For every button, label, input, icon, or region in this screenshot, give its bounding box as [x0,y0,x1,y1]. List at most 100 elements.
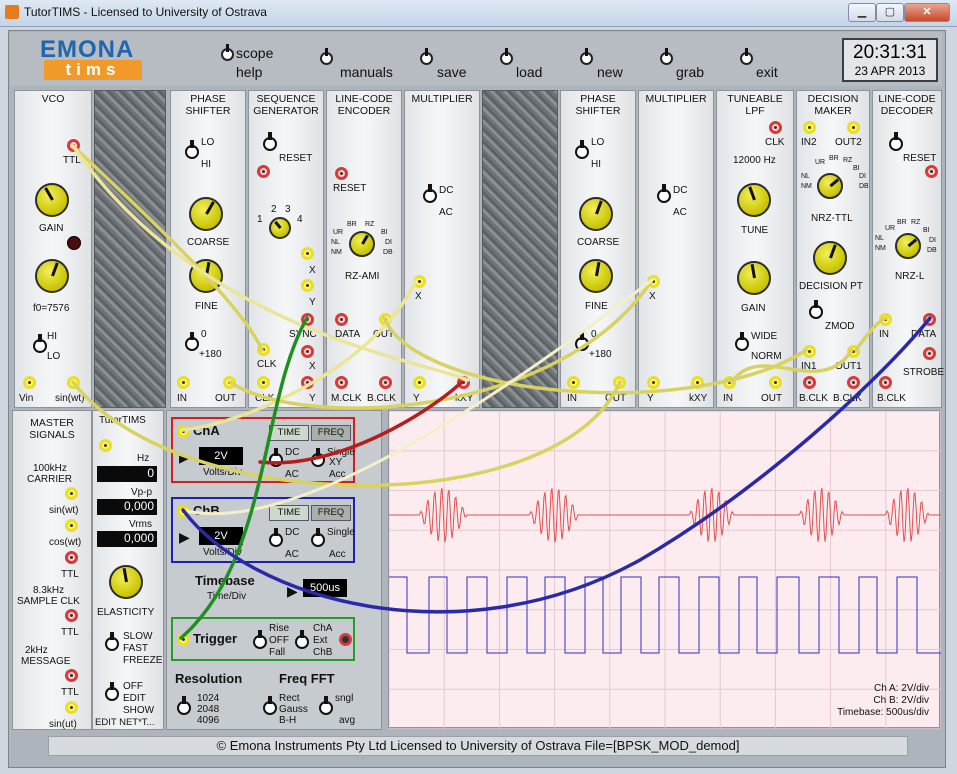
seqgen-sync-socket[interactable] [301,313,314,326]
vco-ttl-socket[interactable] [67,139,80,152]
seqgen-y2-socket[interactable] [301,376,314,389]
decision-point-knob[interactable] [813,241,847,275]
linedec-reset-toggle[interactable] [889,132,903,151]
tims-edit-toggle[interactable] [105,682,119,701]
minimize-button[interactable]: ▁ [848,3,876,22]
fft-avg-toggle[interactable] [319,696,333,715]
phase2-out-socket[interactable] [613,376,626,389]
new-switch-icon[interactable] [580,48,593,65]
seqgen-x2-socket[interactable] [301,345,314,358]
lpf-tune-knob[interactable] [737,183,771,217]
vco-range-toggle[interactable] [33,334,47,353]
exit-switch-icon[interactable] [740,48,753,65]
mult2-y-socket[interactable] [647,376,660,389]
load-switch-icon[interactable] [500,48,513,65]
mult2-dcac-toggle[interactable] [657,184,671,203]
maximize-button[interactable]: ▢ [876,3,904,22]
chb-time-button[interactable]: TIME [269,505,309,521]
phase2-in-socket[interactable] [567,376,580,389]
master-cos-socket[interactable] [65,519,78,532]
lpf-in-socket[interactable] [723,376,736,389]
decision-code-knob[interactable] [817,173,843,199]
linedec-reset-socket[interactable] [925,165,938,178]
trigger-source-toggle[interactable] [295,630,309,649]
vco-gain-knob[interactable] [35,183,69,217]
seqgen-y-socket[interactable] [301,279,314,292]
phase1-in-socket[interactable] [177,376,190,389]
mult2-kxy-socket[interactable] [691,376,704,389]
phase1-out-socket[interactable] [223,376,236,389]
tims-input-socket[interactable] [99,439,112,452]
lineenc-reset-socket[interactable] [335,167,348,180]
manuals-switch-icon[interactable] [320,48,333,65]
cha-dcac-toggle[interactable] [269,448,283,467]
chb-dcac-toggle[interactable] [269,528,283,547]
master-ttl-socket[interactable] [65,551,78,564]
grab-switch-icon[interactable] [660,48,673,65]
seqgen-clk-socket[interactable] [257,343,270,356]
tims-speed-toggle[interactable] [105,632,119,651]
phase2-fine-knob[interactable] [579,259,613,293]
cha-volts-arrow-icon[interactable]: ▶ [179,449,190,466]
menu-new[interactable]: new [597,64,623,80]
master-sin-socket[interactable] [65,487,78,500]
linedec-data-socket[interactable] [923,313,936,326]
seqgen-clk2-socket[interactable] [257,376,270,389]
tims-elasticity-knob[interactable] [109,565,143,599]
mult2-x-socket[interactable] [647,275,660,288]
trigger-ext-socket[interactable] [339,633,352,646]
decision-out2-socket[interactable] [847,121,860,134]
linedec-code-knob[interactable] [895,233,921,259]
phase2-range-toggle[interactable] [575,140,589,159]
seqgen-reset-toggle[interactable] [263,132,277,151]
seqgen-reset-socket[interactable] [257,165,270,178]
lpf-out-socket[interactable] [769,376,782,389]
menu-manuals[interactable]: manuals [340,64,393,80]
lpf-clk-socket[interactable] [769,121,782,134]
decision-in1-socket[interactable] [803,345,816,358]
menu-scope[interactable]: scope [236,45,273,61]
cha-time-button[interactable]: TIME [269,425,309,441]
master-msg-sin-socket[interactable] [65,701,78,714]
phase1-180-toggle[interactable] [185,332,199,351]
master-sample-socket[interactable] [65,609,78,622]
cha-mode-toggle[interactable] [311,448,325,467]
chb-mode-toggle[interactable] [311,528,325,547]
cha-input-socket[interactable] [177,425,190,438]
vco-f0-knob[interactable] [35,259,69,293]
phase1-fine-knob[interactable] [189,259,223,293]
trigger-edge-toggle[interactable] [253,630,267,649]
timebase-arrow-icon[interactable]: ▶ [287,583,298,600]
chb-input-socket[interactable] [177,505,190,518]
mult1-kxy-socket[interactable] [457,376,470,389]
lpf-bandwidth-toggle[interactable] [735,332,749,351]
save-switch-icon[interactable] [420,48,433,65]
chb-freq-button[interactable]: FREQ [311,505,351,521]
linedec-strobe-socket[interactable] [923,347,936,360]
phase2-coarse-knob[interactable] [579,197,613,231]
linedec-bclk-socket[interactable] [879,376,892,389]
decision-bclk-socket[interactable] [803,376,816,389]
scope-switch-icon[interactable] [221,44,234,61]
menu-exit[interactable]: exit [756,64,778,80]
mult1-dcac-toggle[interactable] [423,184,437,203]
fft-window-toggle[interactable] [263,696,277,715]
lineenc-data-socket[interactable] [335,313,348,326]
linedec-in-socket[interactable] [879,313,892,326]
seqgen-x-socket[interactable] [301,247,314,260]
phase1-coarse-knob[interactable] [189,197,223,231]
decision-bclk2-socket[interactable] [847,376,860,389]
cha-freq-button[interactable]: FREQ [311,425,351,441]
lineenc-bclk-socket[interactable] [379,376,392,389]
master-msg-ttl-socket[interactable] [65,669,78,682]
resolution-toggle[interactable] [177,696,191,715]
menu-save[interactable]: save [437,64,467,80]
menu-load[interactable]: load [516,64,542,80]
close-button[interactable]: ✕ [904,3,950,22]
menu-help[interactable]: help [236,64,262,80]
vco-sin-socket[interactable] [67,376,80,389]
decision-zmod-toggle[interactable] [809,300,823,319]
lpf-gain-knob[interactable] [737,261,771,295]
lineenc-code-knob[interactable] [349,231,375,257]
decision-out1-socket[interactable] [847,345,860,358]
